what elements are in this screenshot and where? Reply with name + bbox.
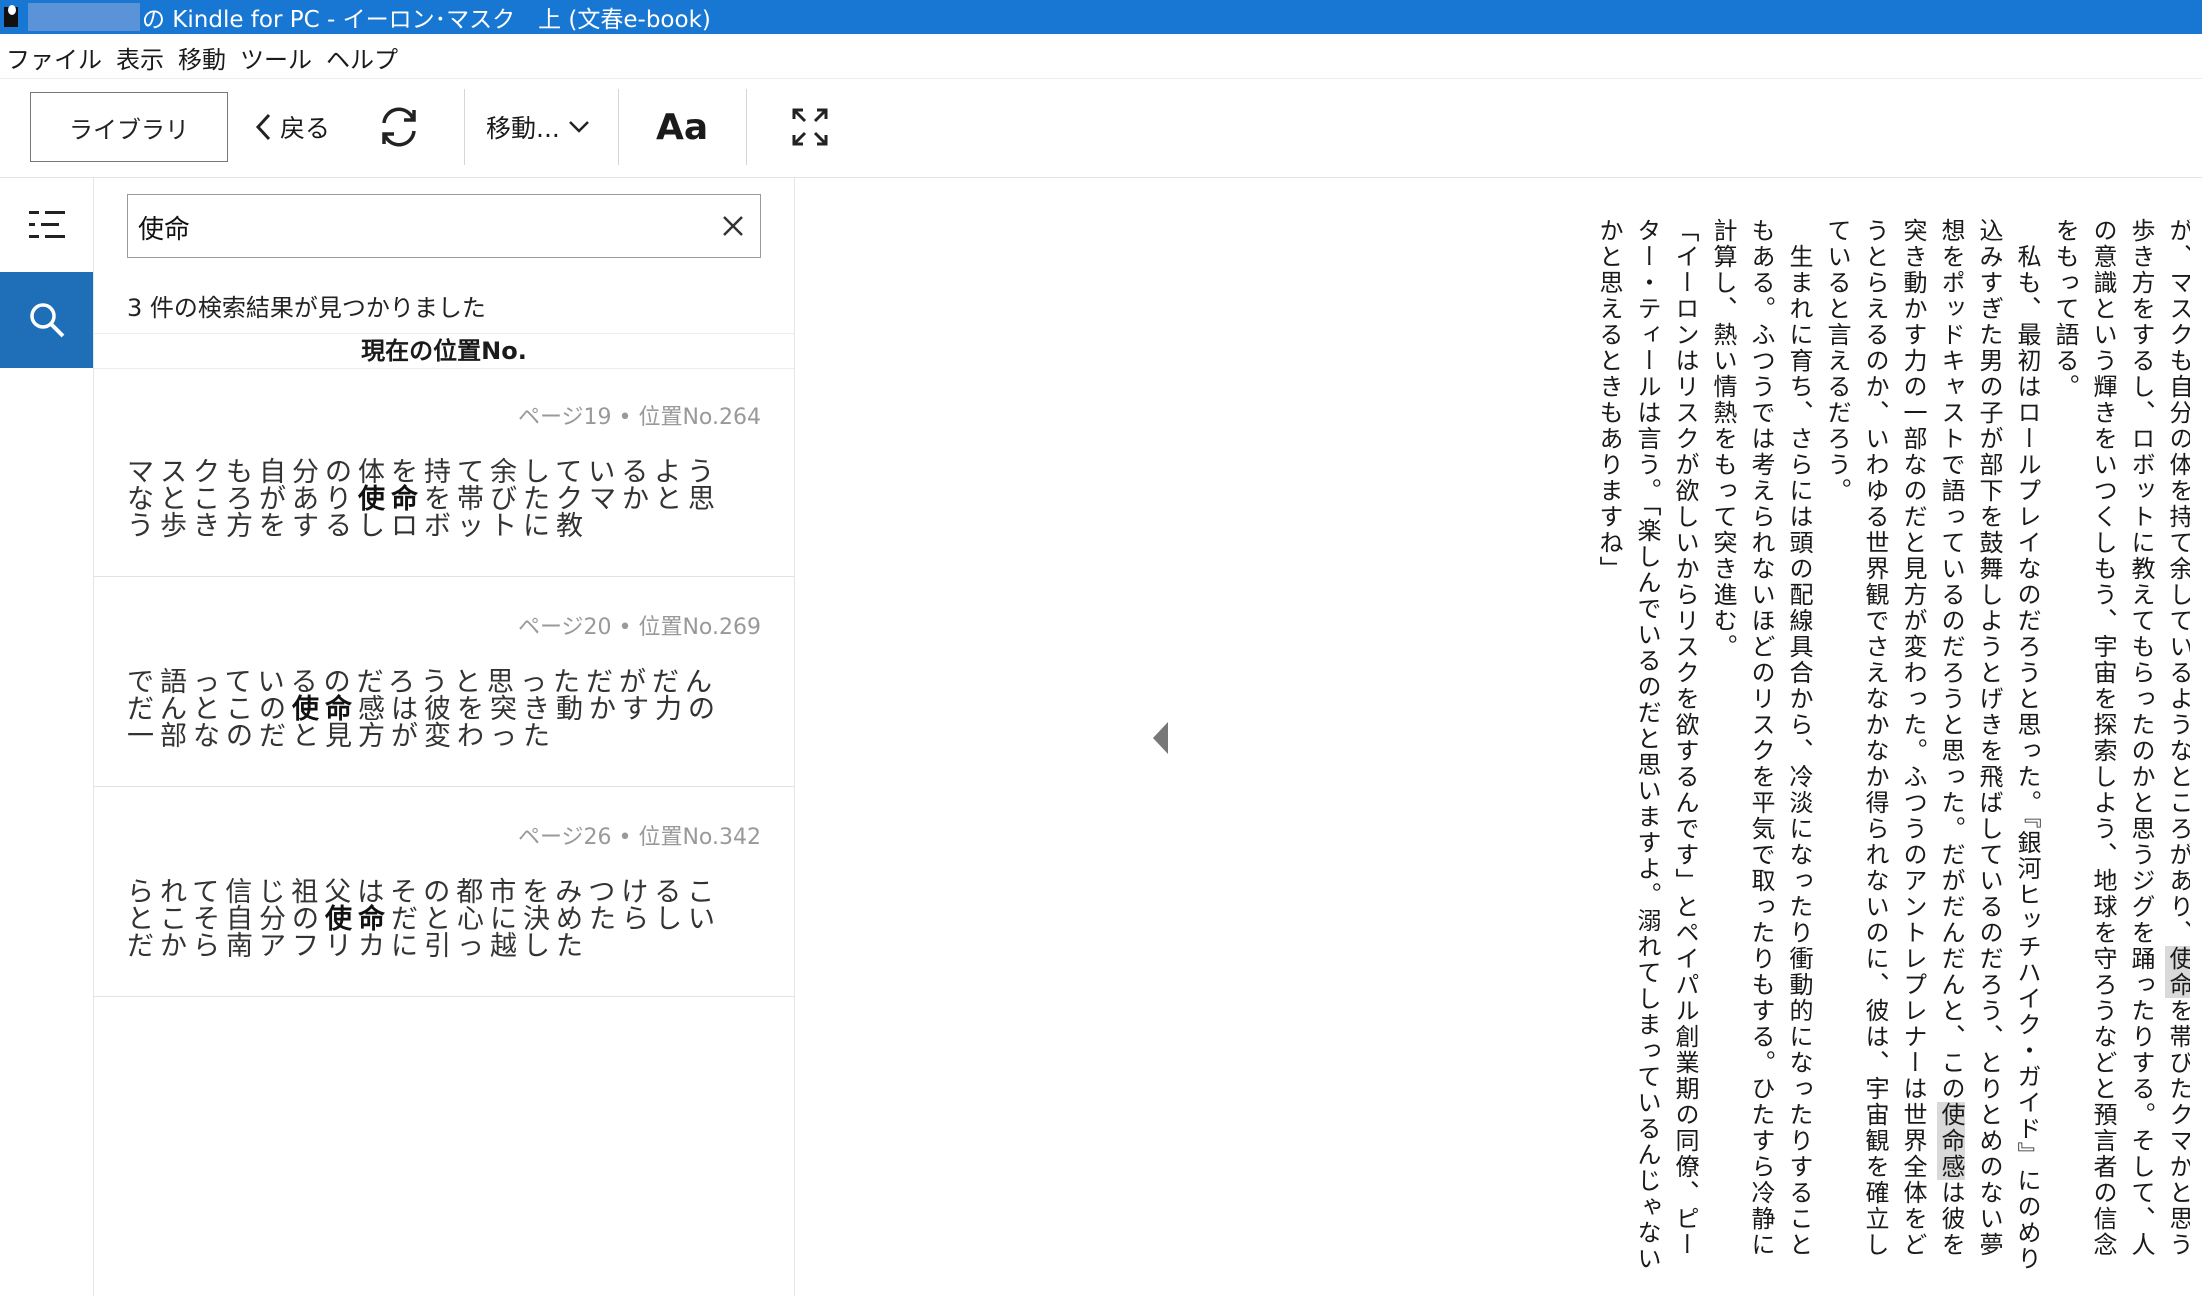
book-paragraph: 生まれに育ち、さらには頭の配線具合から、冷淡になったり衝動的になったりすることも… — [1704, 218, 1818, 1278]
result-count: 3 件の検索結果が見つかりました — [127, 294, 486, 322]
search-panel: 3 件の検索結果が見つかりました 現在の位置No. ページ19 • 位置No.2… — [93, 178, 795, 1296]
search-result[interactable]: ページ19 • 位置No.264 マスクも自分の体を持て余しているようなところが… — [94, 367, 794, 577]
fullscreen-icon[interactable] — [790, 105, 830, 149]
previous-page-arrow-icon[interactable] — [1150, 720, 1172, 756]
book-text: いかとも感じられる。 マスクはおかしな側面を隠す情熱を宿すとともに、逆に、情熱を… — [1590, 218, 2190, 1278]
toolbar-divider — [464, 89, 465, 165]
result-snippet: で語っているのだろうと思っただがだんだんとこの使命感は彼を突き動かす力の一部なの… — [127, 667, 721, 752]
result-snippet: マスクも自分の体を持て余しているようなところがあり使命を帯びたクマかと思う歩き方… — [127, 457, 721, 542]
book-paragraph: マスクはおかしな側面を隠す情熱を宿すとともに、逆に、情熱を隠すおかしさも宿してい… — [2046, 218, 2190, 1278]
book-text-run: 生まれに育ち、さらには頭の配線具合から、冷淡になったり衝動的になったりすることも… — [1709, 218, 1813, 1258]
book-paragraph: 「イーロンはリスクが欲しいからリスクを欲するんです」とペイパル創業期の同僚、ピー… — [1590, 218, 1704, 1278]
menu-help[interactable]: ヘルプ — [319, 40, 405, 75]
menu-bar: ファイル 表示 移動 ツール ヘルプ — [0, 36, 2202, 79]
book-paragraph: 私も、最初はロールプレイなのだろうと思った。『銀河ヒッチハイク・ガイド』にのめり… — [1818, 218, 2046, 1278]
back-label: 戻る — [280, 114, 331, 143]
menu-tools[interactable]: ツール — [233, 40, 319, 75]
library-button[interactable]: ライブラリ — [30, 92, 228, 162]
back-button[interactable]: 戻る — [250, 92, 330, 162]
sync-icon[interactable] — [374, 101, 424, 153]
menu-view[interactable]: 表示 — [109, 40, 171, 75]
search-result[interactable]: ページ20 • 位置No.269 で語っているのだろうと思っただがだんだんとこの… — [94, 577, 794, 787]
toolbar-divider — [746, 89, 747, 165]
search-input[interactable] — [136, 203, 700, 251]
title-bar: の Kindle for PC - イーロン･マスク 上 (文春e-book) — [0, 0, 2202, 34]
search-result[interactable]: ページ26 • 位置No.342 られて信じ祖父はその都市をみつけることこそ自分… — [94, 787, 794, 997]
current-position-header: 現在の位置No. — [94, 333, 794, 369]
side-rail — [0, 178, 93, 1296]
search-icon — [29, 303, 64, 338]
result-snippet: られて信じ祖父はその都市をみつけることこそ自分の使命だと心に決めたらしいだから南… — [127, 877, 721, 962]
font-settings-label: Aa — [656, 106, 709, 148]
redacted-username — [28, 3, 140, 31]
table-of-contents-icon — [28, 211, 65, 238]
book-text-run: 「イーロンはリスクが欲しいからリスクを欲するんです」とペイパル創業期の同僚、ピー… — [1595, 218, 1699, 1272]
menu-file[interactable]: ファイル — [0, 40, 109, 75]
result-location: ページ26 • 位置No.342 — [517, 825, 761, 850]
chevron-down-icon — [568, 121, 589, 133]
toolbar-divider — [618, 89, 619, 165]
search-tab-button[interactable] — [0, 272, 93, 368]
result-location: ページ20 • 位置No.269 — [517, 615, 761, 640]
menu-go[interactable]: 移動 — [171, 40, 233, 75]
toc-button[interactable] — [0, 178, 93, 272]
result-location: ページ19 • 位置No.264 — [517, 405, 761, 430]
search-highlight: 使命感 — [1937, 1102, 1965, 1180]
close-icon[interactable] — [720, 213, 746, 239]
kindle-app-icon — [2, 3, 26, 31]
goto-label: 移動... — [486, 114, 560, 143]
toolbar: ライブラリ 戻る 移動... Aa — [0, 79, 2202, 178]
library-label: ライブラリ — [69, 115, 189, 144]
search-box — [127, 194, 761, 258]
chevron-left-icon — [255, 113, 271, 141]
font-settings-button[interactable]: Aa — [656, 92, 708, 162]
goto-dropdown[interactable]: 移動... — [486, 92, 590, 162]
search-highlight: 使命 — [2165, 946, 2190, 998]
book-page: いかとも感じられる。 マスクはおかしな側面を隠す情熱を宿すとともに、逆に、情熱を… — [1590, 218, 2190, 1278]
window-title: の Kindle for PC - イーロン･マスク 上 (文春e-book) — [142, 7, 711, 33]
